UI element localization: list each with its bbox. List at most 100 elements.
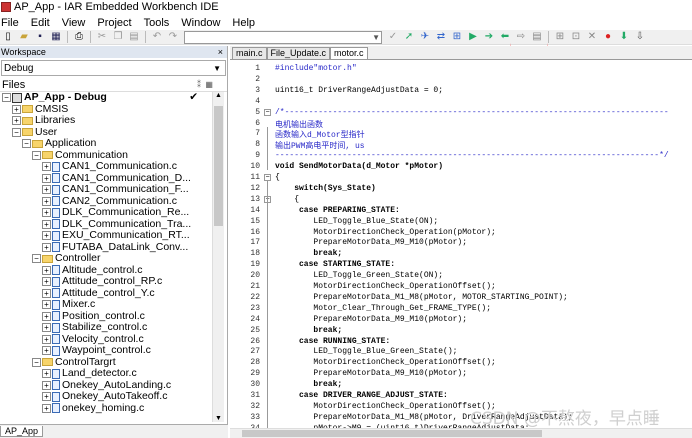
cut-icon[interactable]: ✂ — [96, 31, 108, 43]
expand-icon[interactable]: + — [42, 300, 51, 310]
compile-icon[interactable]: ▤ — [531, 31, 543, 43]
tree-file-item[interactable]: + Attitude_control_RP.c — [0, 275, 212, 288]
workspace-scrollbar[interactable]: ▲ ▼ — [212, 92, 224, 422]
stop-build-icon[interactable]: ⊡ — [570, 31, 582, 43]
tree-folder-item[interactable]: − Application — [0, 137, 212, 150]
tree-file-item[interactable]: + onekey_homing.c — [0, 402, 212, 415]
tree-project-item[interactable]: − AP_App - Debug ✔ — [0, 92, 212, 104]
c-file-icon — [52, 219, 60, 230]
print-icon[interactable]: ⎙ — [73, 31, 85, 43]
workspace-tab-bar: AP_App — [0, 424, 228, 438]
debug-without-download-icon[interactable]: ⇩ — [634, 31, 646, 43]
find-in-files-icon[interactable]: ✈ — [419, 31, 431, 43]
tree-file-item[interactable]: + Land_detector.c — [0, 367, 212, 380]
paste-icon[interactable]: ▤ — [128, 31, 140, 43]
line-number: 15 — [250, 216, 260, 226]
replace-icon[interactable]: ⇄ — [435, 31, 447, 43]
collapse-icon[interactable]: − — [12, 127, 21, 137]
scroll-thumb[interactable] — [242, 430, 542, 437]
expand-icon[interactable]: + — [42, 196, 51, 206]
menu-item-project[interactable]: Project — [91, 17, 137, 29]
fold-toggle-icon[interactable]: − — [264, 174, 271, 181]
toggle-breakpoint-icon[interactable]: ✕ — [586, 31, 598, 43]
breakpoint-icon[interactable]: ● — [602, 31, 614, 43]
expand-icon[interactable]: + — [42, 242, 51, 252]
expand-icon[interactable]: + — [42, 392, 51, 402]
configuration-select[interactable]: Debug ▼ — [1, 60, 226, 76]
save-all-icon[interactable]: ▦ — [50, 31, 62, 43]
undo-icon[interactable]: ↶ — [151, 31, 163, 43]
expand-icon[interactable]: + — [42, 334, 51, 344]
tab-motor-c[interactable]: motor.c — [330, 47, 368, 59]
workspace-tab[interactable]: AP_App — [0, 426, 44, 437]
download-debug-icon[interactable]: ⬇ — [618, 31, 630, 43]
tree-file-item[interactable]: + CAN1_Communication.c — [0, 160, 212, 173]
tree-file-item[interactable]: + Mixer.c — [0, 298, 212, 311]
expand-icon[interactable]: + — [42, 219, 51, 229]
close-icon[interactable]: × — [218, 47, 223, 57]
expand-icon[interactable]: + — [42, 162, 51, 172]
tree-folder-item[interactable]: + Libraries — [0, 114, 212, 127]
open-folder-icon[interactable]: ▰ — [18, 31, 30, 43]
tab-main-c[interactable]: main.c — [232, 47, 267, 59]
tree-folder-item[interactable]: − User — [0, 126, 212, 139]
menu-item-file[interactable]: File — [0, 17, 25, 29]
tab-file-update-c[interactable]: File_Update.c — [266, 47, 331, 59]
make-icon[interactable]: ⊞ — [554, 31, 566, 43]
expand-icon[interactable]: + — [42, 265, 51, 275]
menu-item-window[interactable]: Window — [175, 17, 226, 29]
new-file-icon[interactable]: ▯ — [2, 31, 14, 43]
tree-file-item[interactable]: + Attitude_control_Y.c — [0, 287, 212, 300]
expand-icon[interactable]: + — [42, 173, 51, 183]
code-area[interactable]: 1 #include"motor.h" 2 3 uint16_t DriverRange… — [230, 62, 692, 432]
tree-folder-item[interactable]: + CMSIS — [0, 103, 212, 116]
find-combo[interactable]: ▼ — [184, 30, 382, 44]
menu-item-edit[interactable]: Edit — [25, 17, 56, 29]
expand-icon[interactable]: + — [42, 231, 51, 241]
expand-icon[interactable]: + — [12, 104, 21, 114]
goto-icon[interactable]: ⊞ — [451, 31, 463, 43]
copy-icon[interactable]: ❐ — [112, 31, 124, 43]
prev-bookmark-icon[interactable]: ⬅ — [499, 31, 511, 43]
expand-icon[interactable]: + — [42, 346, 51, 356]
expand-icon[interactable]: + — [42, 369, 51, 379]
collapse-icon[interactable]: − — [32, 254, 41, 264]
save-icon[interactable]: ▪ — [34, 31, 46, 43]
collapse-icon[interactable]: − — [32, 150, 41, 160]
expand-icon[interactable]: + — [42, 311, 51, 321]
expand-icon[interactable]: + — [42, 380, 51, 390]
fold-toggle-icon[interactable]: − — [264, 108, 271, 116]
expand-icon[interactable]: + — [42, 403, 51, 413]
bookmark-icon[interactable]: ▶ — [467, 31, 479, 43]
expand-icon[interactable]: + — [42, 208, 51, 218]
menu-item-tools[interactable]: Tools — [138, 17, 176, 29]
redo-icon[interactable]: ↷ — [167, 31, 179, 43]
find-icon[interactable]: ➚ — [403, 31, 415, 43]
find-next-icon[interactable]: ✓ — [387, 31, 399, 43]
menu-item-view[interactable]: View — [56, 17, 92, 29]
scroll-up-icon[interactable]: ▲ — [215, 92, 222, 99]
expand-icon[interactable]: + — [42, 323, 51, 333]
expand-icon[interactable]: + — [42, 288, 51, 298]
expand-icon[interactable]: + — [12, 116, 21, 126]
next-bookmark-icon[interactable]: ➔ — [483, 31, 495, 43]
tree-file-item[interactable]: + EXU_Communication_RT... — [0, 229, 212, 242]
menu-item-help[interactable]: Help — [226, 17, 261, 29]
navigate-icon[interactable]: ⇨ — [515, 31, 527, 43]
expand-icon[interactable]: + — [42, 185, 51, 195]
c-file-icon — [52, 230, 60, 241]
tree-file-item[interactable]: + Waypoint_control.c — [0, 344, 212, 357]
tree-file-item[interactable]: + FUTABA_DataLink_Conv... — [0, 241, 212, 254]
collapse-icon[interactable]: − — [32, 357, 41, 367]
tree-file-item[interactable]: + DLK_Communication_Re... — [0, 206, 212, 219]
tree-file-item[interactable]: + CAN1_Communication_F... — [0, 183, 212, 196]
editor-horizontal-scrollbar[interactable] — [230, 428, 692, 438]
expand-icon[interactable]: + — [42, 277, 51, 287]
collapse-icon[interactable]: − — [22, 139, 31, 149]
collapse-icon[interactable]: − — [2, 93, 11, 103]
tree-file-item[interactable]: + Onekey_AutoTakeoff.c — [0, 390, 212, 403]
tree-folder-item[interactable]: − Controller — [0, 252, 212, 265]
scroll-down-icon[interactable]: ▼ — [215, 415, 222, 422]
tree-file-item[interactable]: + Stabilize_control.c — [0, 321, 212, 334]
scroll-thumb[interactable] — [214, 106, 223, 226]
